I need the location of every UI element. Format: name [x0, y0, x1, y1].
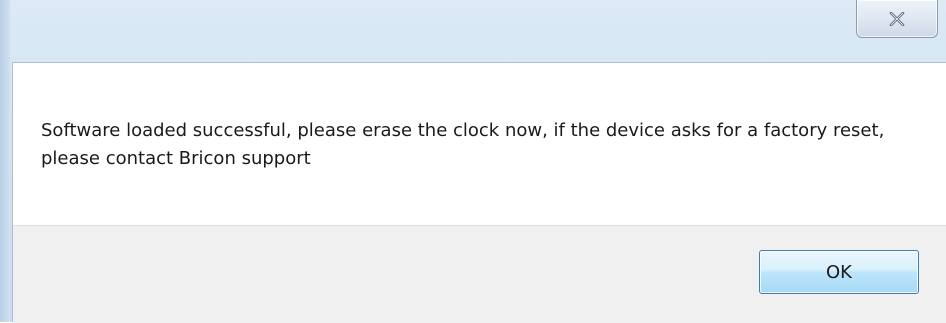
ok-button[interactable]: OK	[759, 250, 919, 294]
window-frame-edge	[0, 0, 10, 322]
dialog-button-bar: OK	[13, 225, 946, 323]
dialog-message: Software loaded successful, please erase…	[41, 120, 885, 169]
dialog-client-area: Software loaded successful, please erase…	[12, 62, 946, 323]
close-icon	[889, 11, 905, 26]
close-button[interactable]	[856, 0, 938, 38]
message-dialog: Software loaded successful, please erase…	[0, 0, 946, 323]
